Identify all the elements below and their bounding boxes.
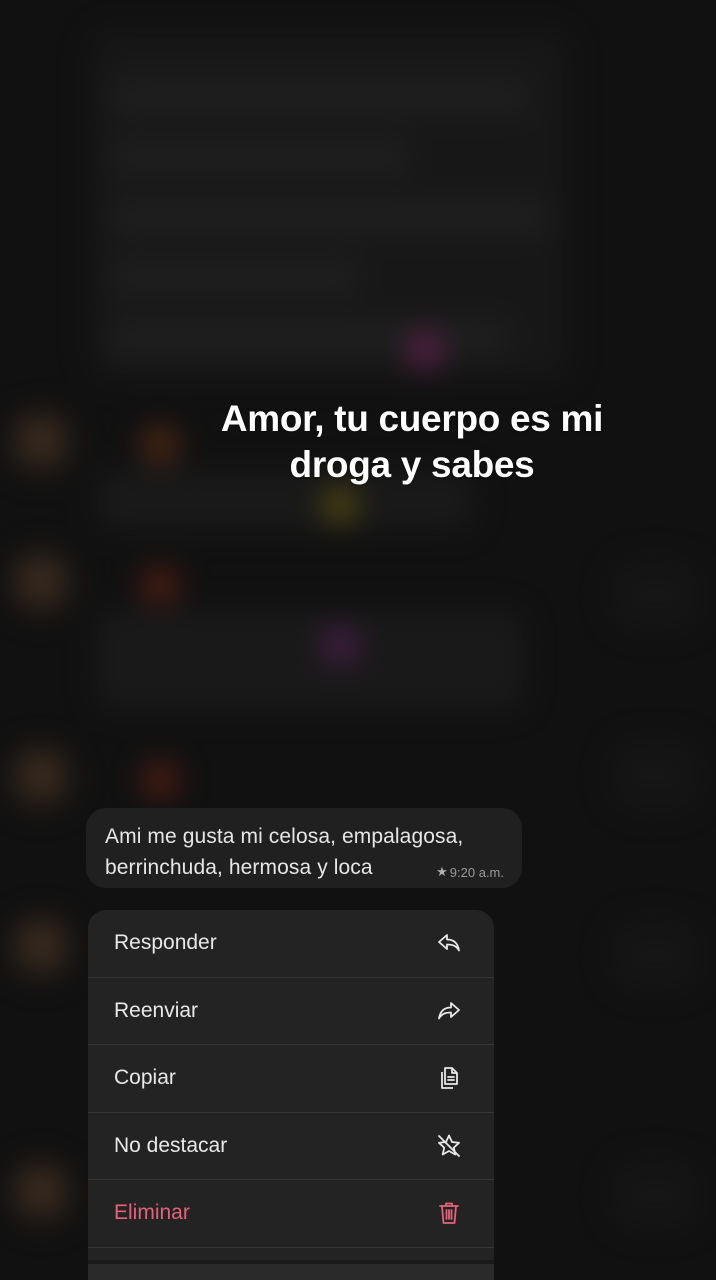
unstar-icon [434,1131,464,1161]
copy-icon [434,1063,464,1093]
screen: Amor, tu cuerpo es mi droga y sabes Ami … [0,0,716,1280]
menu-item-label: Copiar [114,1066,176,1090]
menu-item-copy[interactable]: Copiar [88,1045,494,1113]
menu-item-reply[interactable]: Responder [88,910,494,978]
menu-item-label: Reenviar [114,998,199,1022]
menu-item-forward[interactable]: Reenviar [88,978,494,1045]
trash-icon [434,1198,464,1228]
caption-text: Amor, tu cuerpo es mi droga y sabes [150,396,674,488]
message-time: 9:20 a.m. [449,864,504,880]
menu-item-delete[interactable]: Eliminar [88,1180,494,1248]
message-meta: ★ 9:20 a.m. [436,864,504,880]
forward-icon [434,996,464,1026]
menu-item-unstar[interactable]: No destacar [88,1113,494,1180]
menu-bottom-section [88,1259,494,1280]
context-menu: Responder Reenviar Copiar No destacar El… [88,910,494,1280]
message-line-1: Ami me gusta mi celosa, empalagosa, [105,825,464,848]
menu-item-label: No destacar [114,1133,228,1157]
caption-line-2: droga y sabes [289,444,535,485]
star-icon: ★ [436,864,448,879]
reply-icon [434,928,464,958]
menu-item-label: Responder [114,931,217,955]
message-bubble[interactable]: Ami me gusta mi celosa, empalagosa, berr… [86,808,522,888]
menu-item-label: Eliminar [114,1201,190,1225]
caption-line-1: Amor, tu cuerpo es mi [220,398,604,439]
